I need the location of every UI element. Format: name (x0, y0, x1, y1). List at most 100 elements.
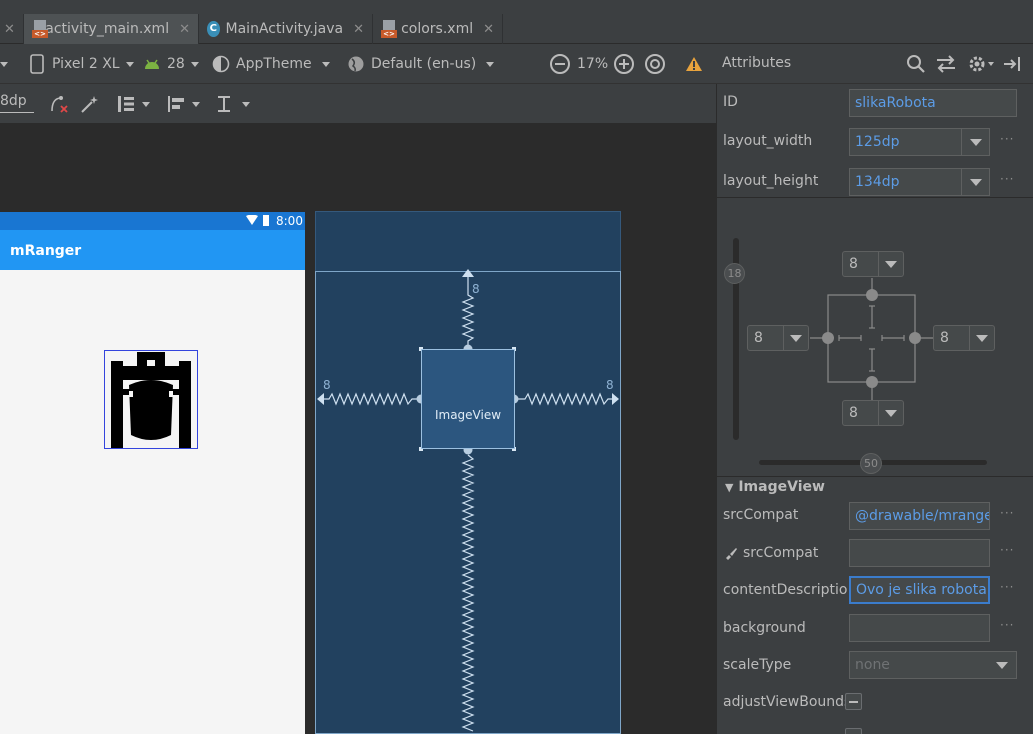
align-left-icon (168, 96, 184, 112)
tab-label: MainActivity.java (225, 21, 344, 37)
next-attribute-checkbox[interactable] (845, 728, 862, 734)
layout-height-more[interactable]: ··· (1000, 172, 1014, 186)
srccompat-tools-more[interactable]: ··· (1000, 543, 1014, 557)
margin-right-dropdown[interactable]: 8 (933, 325, 995, 351)
robot-image-view[interactable] (104, 350, 198, 449)
srccompat-input[interactable]: @drawable/mranger (849, 502, 990, 530)
margin-left-dropdown[interactable]: 8 (747, 325, 809, 351)
tab-colors[interactable]: <> colors.xml ✕ (373, 14, 503, 44)
design-toolbar: Pixel 2 XL 28 AppTheme Default (en-us) 1… (0, 44, 716, 84)
clear-constraints-button[interactable] (48, 84, 70, 124)
phone-icon (30, 54, 44, 74)
blueprint-constraints (317, 269, 619, 732)
layout-width-dropdown[interactable]: 125dp (849, 128, 990, 156)
content-description-label: contentDescriptio (723, 582, 848, 598)
wifi-icon (246, 215, 258, 225)
background-more[interactable]: ··· (1000, 618, 1014, 632)
device-status-bar: 8:00 (0, 212, 305, 230)
chevron-down-icon[interactable] (961, 169, 989, 195)
tab-main-activity[interactable]: C MainActivity.java ✕ (199, 14, 373, 44)
imageview-section-header[interactable]: ▼ ImageView (725, 479, 825, 495)
infer-constraints-button[interactable] (79, 84, 99, 124)
margin-top-value: 8 (849, 256, 858, 272)
blueprint-imageview[interactable]: ImageView (421, 349, 515, 449)
theme-name: AppTheme (236, 56, 312, 72)
zoom-fit-icon (645, 54, 665, 74)
align-dropdown[interactable] (166, 84, 200, 124)
divider (717, 197, 1033, 198)
warning-icon (686, 57, 702, 71)
constraint-toolbar (0, 84, 716, 124)
theme-icon (212, 55, 230, 73)
close-icon[interactable]: ✕ (483, 22, 494, 37)
adjust-view-bounds-label: adjustViewBounds (723, 694, 852, 710)
attributes-title: Attributes (722, 55, 792, 71)
srccompat-tools-label: srcCompat (743, 545, 819, 561)
layout-height-dropdown[interactable]: 134dp (849, 168, 990, 196)
pack-icon (118, 96, 134, 112)
tab-activity-main[interactable]: <> activity_main.xml ✕ (24, 14, 199, 44)
srccompat-more[interactable]: ··· (1000, 506, 1014, 520)
margin-right-label: 8 (606, 378, 614, 392)
overflow-caret[interactable] (0, 44, 8, 84)
collapse-triangle-icon: ▼ (725, 481, 734, 494)
srccompat-tools-input[interactable] (849, 539, 990, 567)
locale-selector[interactable]: Default (en-us) (347, 44, 495, 84)
warning-button[interactable] (685, 44, 703, 84)
xml-file-icon: <> (381, 20, 397, 38)
layout-width-more[interactable]: ··· (1000, 132, 1014, 146)
hide-panel-icon[interactable] (1002, 54, 1022, 74)
margin-bottom-dropdown[interactable]: 8 (842, 400, 904, 426)
margin-top-label: 8 (472, 282, 480, 296)
chevron-down-icon[interactable] (961, 129, 989, 155)
vertical-bias-slider[interactable]: 18 (724, 263, 745, 284)
main-toolbar-strip (0, 0, 1033, 14)
status-time: 8:00 (276, 214, 303, 228)
device-selector[interactable]: Pixel 2 XL (30, 44, 134, 84)
close-icon[interactable]: ✕ (4, 22, 15, 37)
content-description-input[interactable]: Ovo je slika robota (849, 576, 990, 604)
search-icon[interactable] (906, 54, 926, 74)
globe-icon (348, 56, 364, 72)
gear-icon[interactable] (967, 54, 997, 74)
zoom-level: 17% (577, 56, 609, 72)
scaletype-value: none (855, 657, 890, 673)
scaletype-label: scaleType (723, 657, 792, 673)
content-description-more[interactable]: ··· (1000, 580, 1014, 594)
background-input[interactable] (849, 614, 990, 642)
api-selector[interactable]: 28 (144, 44, 199, 84)
zoom-out-button[interactable] (550, 44, 570, 84)
imageview-label: ImageView (434, 408, 502, 422)
clear-constraints-icon (51, 96, 68, 113)
margin-top-dropdown[interactable]: 8 (842, 251, 904, 277)
srccompat-label: srcCompat (723, 507, 799, 523)
id-label: ID (723, 94, 738, 110)
chevron-down-icon[interactable] (988, 652, 1016, 678)
pack-dropdown[interactable] (116, 84, 150, 124)
margin-left-label: 8 (323, 378, 331, 392)
layout-width-value: 125dp (855, 134, 900, 150)
zoom-in-button[interactable] (614, 44, 634, 84)
close-icon[interactable]: ✕ (179, 22, 190, 37)
id-input[interactable]: slikaRobota (849, 89, 1017, 117)
guideline-icon (218, 96, 230, 112)
close-icon[interactable]: ✕ (353, 22, 364, 37)
device-preview[interactable] (0, 212, 305, 734)
swap-icon[interactable] (935, 54, 957, 74)
margin-right-value: 8 (940, 330, 949, 346)
locale-name: Default (en-us) (371, 56, 477, 72)
scaletype-dropdown[interactable]: none (849, 651, 1017, 679)
adjust-view-bounds-checkbox[interactable] (845, 693, 862, 710)
zoom-out-icon (550, 54, 570, 74)
magic-wand-icon (81, 96, 98, 113)
theme-selector[interactable]: AppTheme (212, 44, 330, 84)
xml-file-icon: <> (32, 20, 48, 38)
tab-close-partial[interactable]: ✕ (0, 14, 24, 44)
margin-bottom-value: 8 (849, 405, 858, 421)
layout-height-value: 134dp (855, 174, 900, 190)
default-margin-input[interactable]: 8dp (0, 93, 34, 113)
horizontal-bias-slider[interactable]: 50 (860, 453, 882, 474)
guidelines-dropdown[interactable] (216, 84, 250, 124)
layout-height-label: layout_height (723, 173, 819, 189)
zoom-fit-button[interactable] (645, 44, 665, 84)
